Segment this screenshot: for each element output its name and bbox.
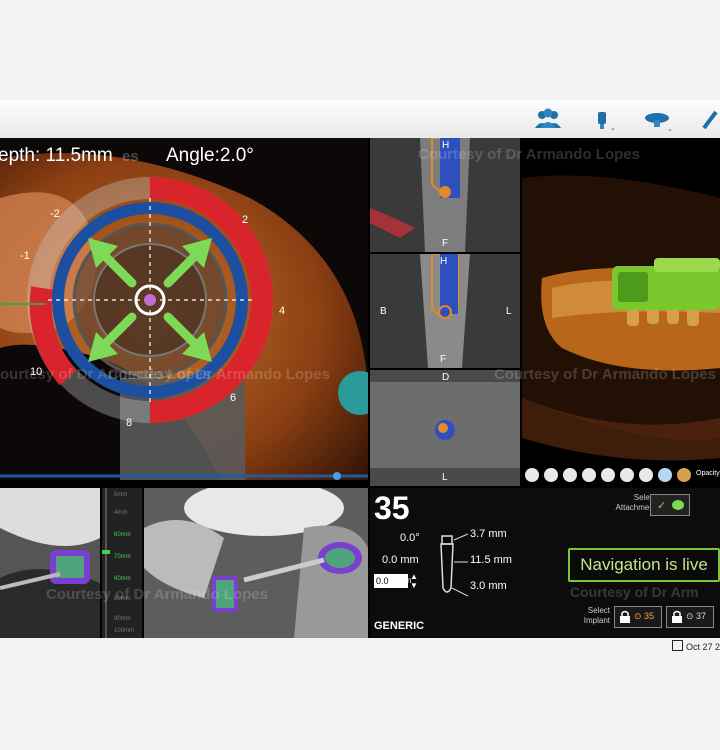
status-bar <box>0 638 720 652</box>
top-toolbar: ⌄ ⌄ <box>0 100 720 139</box>
handpiece-icon[interactable]: ⌄ <box>588 106 618 132</box>
opacity-label: Opacity <box>696 470 720 477</box>
tick-label: -2 <box>50 208 60 220</box>
camera-view-left <box>0 488 100 638</box>
select-attachment-label: Select Attachment <box>615 493 656 512</box>
length-top: 3.7 mm <box>470 528 507 540</box>
select-attachment-button[interactable]: ✓ <box>650 494 690 516</box>
implant-select-37[interactable]: ⊙ 37 <box>666 606 714 628</box>
watermark-bottom: Courtesy of Dr Armando Lopes <box>46 586 268 603</box>
3d-view[interactable]: Opacity <box>522 138 720 486</box>
length-bottom: 3.0 mm <box>470 580 507 592</box>
angle-value: 0.0° <box>400 532 420 544</box>
navigation-status: Navigation is live <box>568 548 720 582</box>
watermark-bottom-right: Courtesy of Dr Arm <box>570 584 699 600</box>
ct-slice-3[interactable]: D L <box>370 370 520 486</box>
stepper-arrows[interactable]: ▲ ▼ <box>410 572 418 590</box>
ruler-label: 60mm <box>114 576 131 582</box>
brand-label: GENERIC <box>374 620 425 632</box>
slice-label: L <box>506 306 512 317</box>
watermark-top: Courtesy of Dr Armando Lopes <box>418 146 640 163</box>
slice-label: F <box>440 354 447 365</box>
tick-label: 8 <box>126 417 133 429</box>
implant-b-icon: ⊙ <box>686 611 694 621</box>
slice-label: F <box>442 238 449 249</box>
angle-readout: Angle:2.0° <box>166 145 254 166</box>
watermark-hidden: es <box>122 148 139 165</box>
offset-value: 0.0 mm <box>382 554 419 566</box>
slice-label: L <box>442 472 448 483</box>
tick-label: -1 <box>20 250 30 262</box>
watermark-mid-right: Courtesy of Dr Armando Lopes <box>494 366 716 383</box>
ct-slice-2[interactable]: H B L F <box>370 254 520 368</box>
select-implant-label: Select Implant <box>583 606 610 625</box>
watermark-mid: Courtesy of Dr Armando Lopes <box>108 366 330 383</box>
implant-select-35[interactable]: ⊙ 35 <box>614 606 662 628</box>
ruler-label: 4mm <box>114 510 128 516</box>
view-thumbnails[interactable] <box>522 464 720 486</box>
users-icon[interactable] <box>533 106 563 132</box>
depth-readout: epth: 11.5mm <box>0 145 113 166</box>
ruler-label: 60mm <box>114 532 131 538</box>
implant-a-icon: ⊙ <box>634 611 642 621</box>
implant-b-label: 37 <box>696 611 707 621</box>
slice-label: D <box>442 372 450 383</box>
date-display: Oct 27 2 <box>671 640 720 652</box>
svg-text:⌄: ⌄ <box>610 125 616 132</box>
depth-ruler: 5mm 4mm 60mm 70mm 60mm 80mm 90mm 100mm <box>102 488 142 638</box>
implant-a-label: 35 <box>644 611 655 621</box>
slice-label: B <box>380 306 387 317</box>
svg-text:✓: ✓ <box>657 500 666 512</box>
ruler-label: 100mm <box>114 628 135 634</box>
camera-view-right <box>144 488 368 638</box>
drill-icon[interactable] <box>700 106 720 132</box>
slice-label: H <box>440 256 448 267</box>
date-text: Oct 27 2 <box>685 642 720 652</box>
length-mid: 11.5 mm <box>470 554 512 566</box>
ruler-label: 90mm <box>114 616 131 622</box>
guidance-view: epth: 11.5mm es Angle:2.0° -2 2 -1 4 10 … <box>0 138 368 480</box>
tick-label: 6 <box>230 392 237 404</box>
ruler-label: 70mm <box>114 554 131 560</box>
tooth-number: 35 <box>374 490 410 526</box>
svg-text:⌄: ⌄ <box>667 126 672 132</box>
tracker-icon[interactable]: ⌄ <box>642 106 673 133</box>
calendar-icon <box>671 640 683 651</box>
ruler-label: 5mm <box>114 492 128 498</box>
navigation-screen: epth: 11.5mm es Angle:2.0° -2 2 -1 4 10 … <box>0 138 720 638</box>
tick-label: 2 <box>242 214 249 226</box>
tick-label: 4 <box>279 305 286 317</box>
